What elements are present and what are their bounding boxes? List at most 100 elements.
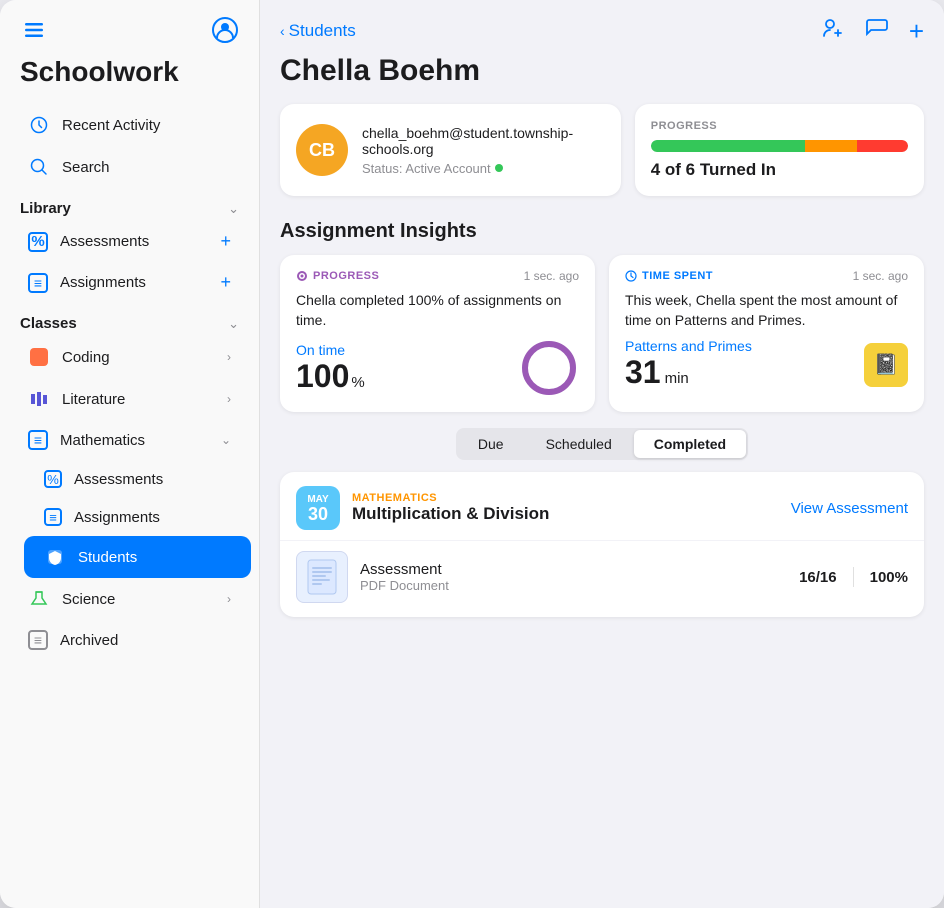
progress-label: PROGRESS: [651, 120, 908, 132]
sidebar-item-coding[interactable]: Coding ›: [8, 336, 251, 378]
sidebar-item-assignments[interactable]: ≡ Assignments +: [8, 262, 251, 303]
insight-time-label: TIME SPENT: [642, 270, 713, 282]
message-icon[interactable]: [865, 16, 889, 46]
doc-score: 16/16: [799, 569, 837, 586]
doc-thumbnail: [296, 551, 348, 603]
add-assessment-icon[interactable]: +: [220, 231, 231, 252]
science-icon: [28, 588, 50, 610]
app-title: Schoolwork: [0, 52, 259, 104]
doc-name: Assessment: [360, 561, 787, 578]
coding-chevron-icon: ›: [227, 350, 231, 364]
add-assignment-icon[interactable]: +: [220, 272, 231, 293]
mathematics-chevron-icon[interactable]: ⌄: [221, 433, 231, 447]
math-students-icon: [44, 546, 66, 568]
classes-chevron-icon[interactable]: ⌄: [228, 316, 239, 332]
sidebar-item-recent-activity[interactable]: Recent Activity: [8, 104, 251, 146]
progress-text: 4 of 6 Turned In: [651, 160, 908, 180]
breadcrumb-label: Students: [289, 21, 356, 41]
sidebar-item-search[interactable]: Search: [8, 146, 251, 188]
classes-section-header: Classes ⌄: [0, 303, 259, 336]
sidebar-item-literature[interactable]: Literature ›: [8, 378, 251, 420]
recent-activity-label: Recent Activity: [62, 117, 231, 134]
assessments-icon: %: [28, 232, 48, 252]
coding-label: Coding: [62, 349, 215, 366]
search-label: Search: [62, 159, 231, 176]
mathematics-icon: ≡: [28, 430, 48, 450]
mathematics-sub-items: % Assessments ≡ Assignments Students: [16, 460, 259, 578]
insight-time-description: This week, Chella spent the most amount …: [625, 291, 908, 330]
breadcrumb[interactable]: ‹ Students: [280, 21, 356, 41]
time-spent-insight-card: TIME SPENT 1 sec. ago This week, Chella …: [609, 255, 924, 412]
student-details: chella_boehm@student.township-schools.or…: [362, 125, 605, 176]
assignment-subject: MATHEMATICS: [352, 492, 791, 504]
sidebar-toggle-icon[interactable]: [20, 16, 48, 44]
recent-activity-icon: [28, 114, 50, 136]
classes-label: Classes: [20, 315, 77, 332]
insight-progress-type: PROGRESS: [296, 270, 379, 282]
insight-time-metric-row: Patterns and Primes 31 min 📓: [625, 338, 908, 391]
breadcrumb-chevron-icon: ‹: [280, 23, 285, 39]
donut-chart: [519, 338, 579, 398]
sidebar-item-math-students[interactable]: Students: [24, 536, 251, 578]
tab-due[interactable]: Due: [458, 430, 524, 458]
coding-icon: [28, 346, 50, 368]
literature-chevron-icon: ›: [227, 392, 231, 406]
sidebar-item-math-assessments[interactable]: % Assessments: [24, 460, 251, 498]
add-student-icon[interactable]: [821, 16, 845, 46]
science-chevron-icon: ›: [227, 592, 231, 606]
sidebar-item-math-assignments[interactable]: ≡ Assignments: [24, 498, 251, 536]
progress-bar: [651, 140, 908, 152]
sidebar-item-assessments[interactable]: % Assessments +: [8, 221, 251, 262]
math-assignments-icon: ≡: [44, 508, 62, 526]
library-chevron-icon[interactable]: ⌄: [228, 201, 239, 217]
tab-completed[interactable]: Completed: [634, 430, 746, 458]
student-avatar: CB: [296, 124, 348, 176]
student-info-card: CB chella_boehm@student.township-schools…: [280, 104, 621, 196]
sidebar: Schoolwork Recent Activity Search: [0, 0, 260, 908]
science-label: Science: [62, 591, 215, 608]
library-assessments-label: Assessments: [60, 233, 208, 250]
literature-icon: [28, 388, 50, 410]
assignment-header: MAY 30 MATHEMATICS Multiplication & Divi…: [280, 472, 924, 540]
progress-insight-card: PROGRESS 1 sec. ago Chella completed 100…: [280, 255, 595, 412]
tab-scheduled[interactable]: Scheduled: [526, 430, 632, 458]
mathematics-label: Mathematics: [60, 432, 209, 449]
insight-progress-metric-unit: %: [351, 374, 364, 391]
info-row: CB chella_boehm@student.township-schools…: [260, 104, 944, 212]
account-icon[interactable]: [211, 16, 239, 44]
library-assignments-label: Assignments: [60, 274, 208, 291]
assignment-name: Multiplication & Division: [352, 504, 791, 524]
sidebar-top-icons: [0, 0, 259, 52]
progress-bar-green: [651, 140, 805, 152]
insights-section-title: Assignment Insights: [260, 212, 944, 255]
insight-time-header: TIME SPENT 1 sec. ago: [625, 269, 908, 283]
insight-progress-label: PROGRESS: [313, 270, 379, 282]
student-status: Status: Active Account: [362, 161, 605, 176]
main-content: ‹ Students + Chella B: [260, 0, 944, 908]
insights-row: PROGRESS 1 sec. ago Chella completed 100…: [260, 255, 944, 428]
library-label: Library: [20, 200, 71, 217]
add-icon[interactable]: +: [909, 18, 924, 44]
assignment-date-badge: MAY 30: [296, 486, 340, 530]
insight-time-unit: min: [665, 370, 689, 387]
student-email: chella_boehm@student.township-schools.or…: [362, 125, 605, 157]
math-assessments-label: Assessments: [74, 471, 231, 488]
assignment-title-area: MATHEMATICS Multiplication & Division: [352, 492, 791, 524]
view-assessment-button[interactable]: View Assessment: [791, 500, 908, 517]
doc-percent: 100%: [870, 569, 908, 586]
progress-card: PROGRESS 4 of 6 Turned In: [635, 104, 924, 196]
doc-info: Assessment PDF Document: [360, 561, 787, 593]
tabs-row: Due Scheduled Completed: [260, 428, 944, 472]
status-label: Status: Active Account: [362, 161, 491, 176]
sidebar-item-science[interactable]: Science ›: [8, 578, 251, 620]
insight-progress-description: Chella completed 100% of assignments on …: [296, 291, 579, 330]
app-window: Schoolwork Recent Activity Search: [0, 0, 944, 908]
assignment-doc-row: Assessment PDF Document 16/16 100%: [280, 540, 924, 617]
assignments-icon: ≡: [28, 273, 48, 293]
insight-progress-metric-value: 100: [296, 358, 349, 395]
sidebar-item-mathematics[interactable]: ≡ Mathematics ⌄: [8, 420, 251, 460]
progress-bar-yellow: [805, 140, 856, 152]
sidebar-item-archived[interactable]: ≡ Archived: [8, 620, 251, 660]
search-icon: [28, 156, 50, 178]
library-section-header: Library ⌄: [0, 188, 259, 221]
